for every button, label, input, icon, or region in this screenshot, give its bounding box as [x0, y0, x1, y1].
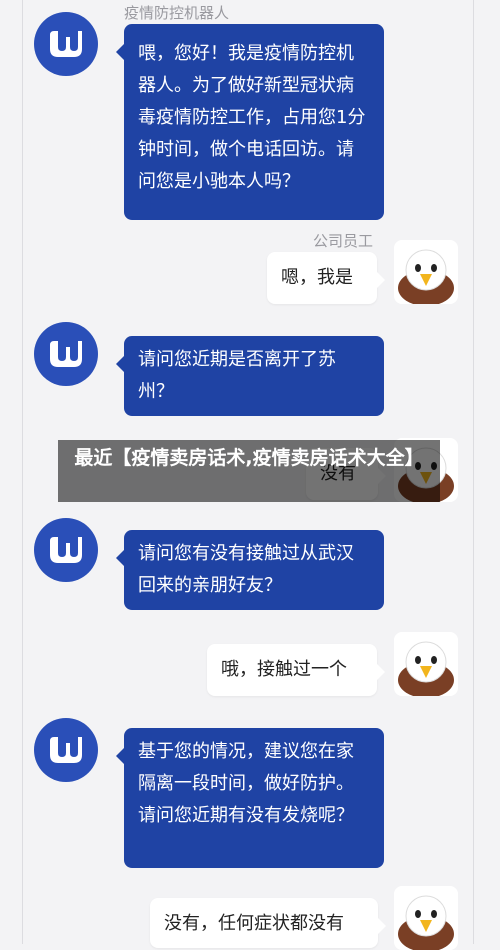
robot-logo-icon [50, 737, 82, 763]
bot-message: 喂，您好！我是疫情防控机器人。为了做好新型冠状病毒疫情防控工作，占用您1分钟时间… [116, 24, 384, 220]
bot-message: 基于您的情况，建议您在家隔离一段时间，做好防护。请问您近期有没有发烧呢？ [116, 728, 384, 868]
bot-message: 请问您有没有接触过从武汉回来的亲朋好友？ [116, 530, 384, 610]
robot-logo-icon [50, 341, 82, 367]
bot-avatar [34, 718, 98, 782]
bot-avatar [34, 518, 98, 582]
user-message: 哦，接触过一个 [207, 644, 385, 696]
bot-avatar [34, 322, 98, 386]
robot-logo-icon [50, 31, 82, 57]
user-message: 没有，任何症状都没有 [150, 898, 386, 948]
bot-name-label: 疫情防控机器人 [124, 4, 230, 22]
eagle-avatar-icon [398, 641, 454, 696]
eagle-avatar-icon [398, 249, 454, 304]
bot-message: 请问您近期是否离开了苏州？ [116, 336, 384, 416]
user-name-label: 公司员工 [313, 232, 374, 250]
bot-avatar [34, 12, 98, 76]
eagle-avatar-icon [398, 895, 454, 950]
robot-logo-icon [50, 537, 82, 563]
user-avatar [394, 240, 458, 304]
user-message: 嗯，我是 [267, 252, 385, 304]
user-avatar [394, 632, 458, 696]
user-avatar [394, 886, 458, 950]
overlay-title-banner: 最近【疫情卖房话术,疫情卖房话术大全】 [58, 440, 440, 502]
